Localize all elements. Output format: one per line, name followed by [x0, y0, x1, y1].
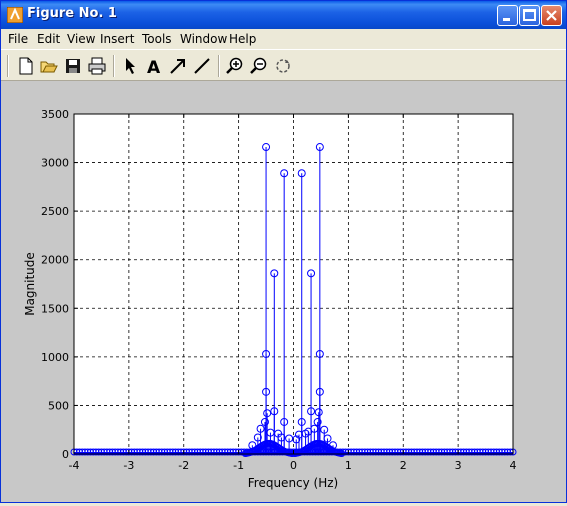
x-tick-label: 0	[290, 459, 297, 472]
window-title: Figure No. 1	[27, 6, 117, 21]
minimize-button[interactable]	[497, 5, 518, 26]
figure-canvas: -4 -3 -2 -1 0 1 2 3 4 0 500 1000 1500 2000 2500 3000 350…	[1, 81, 566, 502]
y-tick-label: 3000	[41, 157, 69, 170]
minimize-icon	[503, 18, 510, 21]
menu-window[interactable]: Window	[180, 32, 227, 46]
y-tick-label: 500	[48, 399, 69, 412]
menu-view[interactable]: View	[67, 32, 95, 46]
x-tick-label: -4	[69, 459, 80, 472]
toolbar-separator	[113, 55, 115, 77]
y-tick-label: 2000	[41, 254, 69, 267]
zoom-in-icon[interactable]	[226, 57, 244, 75]
menu-file[interactable]: File	[8, 32, 28, 46]
print-icon[interactable]	[88, 57, 106, 75]
toolbar: A	[1, 49, 566, 81]
close-button[interactable]	[541, 5, 562, 26]
x-tick-label: 2	[400, 459, 407, 472]
x-tick-label: 1	[345, 459, 352, 472]
figure-window: Figure No. 1 File Edit View Insert Tools…	[0, 0, 567, 503]
y-axis-label: Magnitude	[23, 252, 37, 316]
y-tick-label: 1500	[41, 302, 69, 315]
stem-plot[interactable]: -4 -3 -2 -1 0 1 2 3 4 0 500 1000 1500 2000 2500 3000 350…	[1, 81, 566, 502]
x-tick-label: -1	[233, 459, 244, 472]
insert-text-icon[interactable]: A	[145, 57, 163, 75]
y-tick-label: 0	[62, 448, 69, 461]
open-file-icon[interactable]	[40, 57, 58, 75]
maximize-button[interactable]	[519, 5, 540, 26]
toolbar-grip	[7, 55, 9, 77]
close-icon	[546, 10, 557, 21]
menu-help[interactable]: Help	[229, 32, 256, 46]
maximize-icon	[523, 9, 536, 21]
zoom-out-icon[interactable]	[250, 57, 268, 75]
y-tick-label: 2500	[41, 205, 69, 218]
svg-text:A: A	[147, 58, 161, 75]
y-tick-label: 1000	[41, 351, 69, 364]
menu-edit[interactable]: Edit	[37, 32, 60, 46]
menu-insert[interactable]: Insert	[100, 32, 134, 46]
insert-line-icon[interactable]	[193, 57, 211, 75]
x-tick-label: 4	[510, 459, 517, 472]
matlab-figure-icon	[7, 7, 23, 23]
rotate-3d-icon[interactable]	[274, 57, 292, 75]
insert-arrow-icon[interactable]	[169, 57, 187, 75]
x-tick-label: 3	[455, 459, 462, 472]
x-tick-label: -3	[123, 459, 134, 472]
menu-bar: File Edit View Insert Tools Window Help	[1, 29, 566, 49]
x-tick-label: -2	[178, 459, 189, 472]
menu-tools[interactable]: Tools	[142, 32, 172, 46]
save-icon[interactable]	[64, 57, 82, 75]
title-bar[interactable]: Figure No. 1	[1, 1, 566, 29]
select-arrow-icon[interactable]	[121, 57, 139, 75]
toolbar-separator	[218, 55, 220, 77]
y-tick-label: 3500	[41, 108, 69, 121]
x-axis-label: Frequency (Hz)	[248, 476, 339, 490]
new-figure-icon[interactable]	[17, 57, 35, 75]
